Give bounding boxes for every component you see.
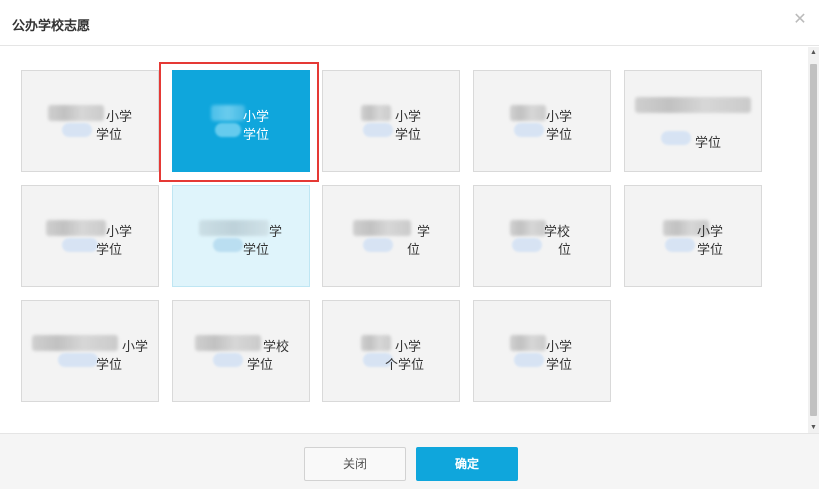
scroll-thumb[interactable] — [810, 64, 817, 416]
school-card-title: 小学 — [122, 339, 149, 354]
school-name-redacted — [46, 220, 106, 236]
school-choice-panel: 小学 学位 小学 学位 小学 学位 小学 学位 学位 小学 学位学学位学位学校位小学 学位 小学 学位 学校… — [0, 47, 808, 433]
school-card-title: 小学 — [106, 109, 133, 124]
school-name-redacted — [353, 220, 411, 236]
school-name-redacted — [195, 335, 261, 351]
school-name-redacted — [199, 220, 269, 236]
school-name-redacted — [635, 97, 751, 113]
school-card[interactable]: 学校学位 — [172, 300, 310, 402]
school-card-subtitle: 个学位 — [385, 357, 425, 372]
close-icon[interactable]: ✕ — [793, 12, 807, 28]
school-name-redacted — [363, 238, 393, 252]
school-card[interactable]: 小学 学位 — [172, 70, 310, 172]
school-card[interactable]: 小学 学位 — [624, 185, 762, 287]
dialog-title: 公办学校志愿 — [12, 18, 91, 33]
school-card[interactable]: 学位 — [322, 185, 460, 287]
confirm-button[interactable]: 确定 — [416, 447, 518, 481]
school-card-subtitle: 学位 — [695, 135, 722, 150]
school-card-title: 小学 — [395, 339, 422, 354]
school-card-title: 学校 — [263, 339, 290, 354]
school-card-subtitle: 学位 — [546, 127, 573, 142]
school-card-subtitle: 学位 — [243, 127, 270, 142]
school-name-redacted — [510, 335, 546, 351]
school-card[interactable]: 小学 学位 — [473, 300, 611, 402]
school-name-redacted — [213, 353, 243, 367]
school-card-title: 小学 — [546, 109, 573, 124]
school-card[interactable]: 小学 学位 — [473, 70, 611, 172]
school-card-subtitle: 学位 — [697, 242, 724, 257]
school-card-subtitle: 学位 — [96, 127, 123, 142]
school-card-title: 小学 — [395, 109, 422, 124]
school-name-redacted — [213, 238, 243, 252]
school-card[interactable]: 小学个学位 — [322, 300, 460, 402]
school-name-redacted — [510, 220, 546, 236]
school-card-subtitle: 学位 — [243, 242, 270, 257]
school-card-title: 小学 — [106, 224, 133, 239]
school-card-title: 小学 — [546, 339, 573, 354]
school-name-redacted — [58, 353, 98, 367]
dialog-footer: 关闭 确定 — [0, 433, 819, 489]
school-card-subtitle: 学位 — [395, 127, 422, 142]
school-card-subtitle: 学位 — [96, 242, 123, 257]
school-card-subtitle: 学位 — [247, 357, 274, 372]
school-name-redacted — [215, 123, 241, 137]
vertical-scrollbar[interactable]: ▲ ▼ — [808, 47, 819, 433]
school-name-redacted — [512, 238, 542, 252]
close-button[interactable]: 关闭 — [304, 447, 406, 481]
school-card[interactable]: 小学学位 — [21, 185, 159, 287]
scroll-down-arrow-icon[interactable]: ▼ — [808, 422, 819, 433]
school-card[interactable]: 小学 学位 — [322, 70, 460, 172]
school-card-title: 学校 — [544, 224, 571, 239]
school-card-grid: 小学 学位 小学 学位 小学 学位 小学 学位 学位 小学 学位学学位学位学校位小学 学位 小学 学位 学校… — [21, 70, 781, 430]
school-name-redacted — [62, 238, 98, 252]
school-name-redacted — [514, 123, 544, 137]
school-name-redacted — [363, 123, 393, 137]
school-card[interactable]: 学位 — [624, 70, 762, 172]
school-name-redacted — [361, 105, 391, 121]
school-card-title: 小学 — [243, 109, 270, 124]
school-name-redacted — [510, 105, 546, 121]
school-card-subtitle: 位 — [407, 242, 421, 257]
school-name-redacted — [661, 131, 691, 145]
school-card-title: 小学 — [697, 224, 724, 239]
school-name-redacted — [514, 353, 544, 367]
school-card[interactable]: 学校位 — [473, 185, 611, 287]
school-name-redacted — [48, 105, 104, 121]
school-card[interactable]: 小学学位 — [21, 300, 159, 402]
dialog-header: 公办学校志愿 ✕ — [0, 0, 819, 46]
school-card[interactable]: 小学学位 — [21, 70, 159, 172]
school-name-redacted — [361, 335, 391, 351]
school-name-redacted — [62, 123, 92, 137]
school-name-redacted — [32, 335, 118, 351]
scroll-up-arrow-icon[interactable]: ▲ — [808, 47, 819, 58]
school-card-subtitle: 学位 — [96, 357, 123, 372]
school-name-redacted — [211, 105, 245, 121]
school-card-title: 学 — [417, 224, 431, 239]
school-card-subtitle: 位 — [558, 242, 572, 257]
school-name-redacted — [665, 238, 695, 252]
school-card-subtitle: 学位 — [546, 357, 573, 372]
school-card[interactable]: 学学位 — [172, 185, 310, 287]
school-card-title: 学 — [269, 224, 283, 239]
